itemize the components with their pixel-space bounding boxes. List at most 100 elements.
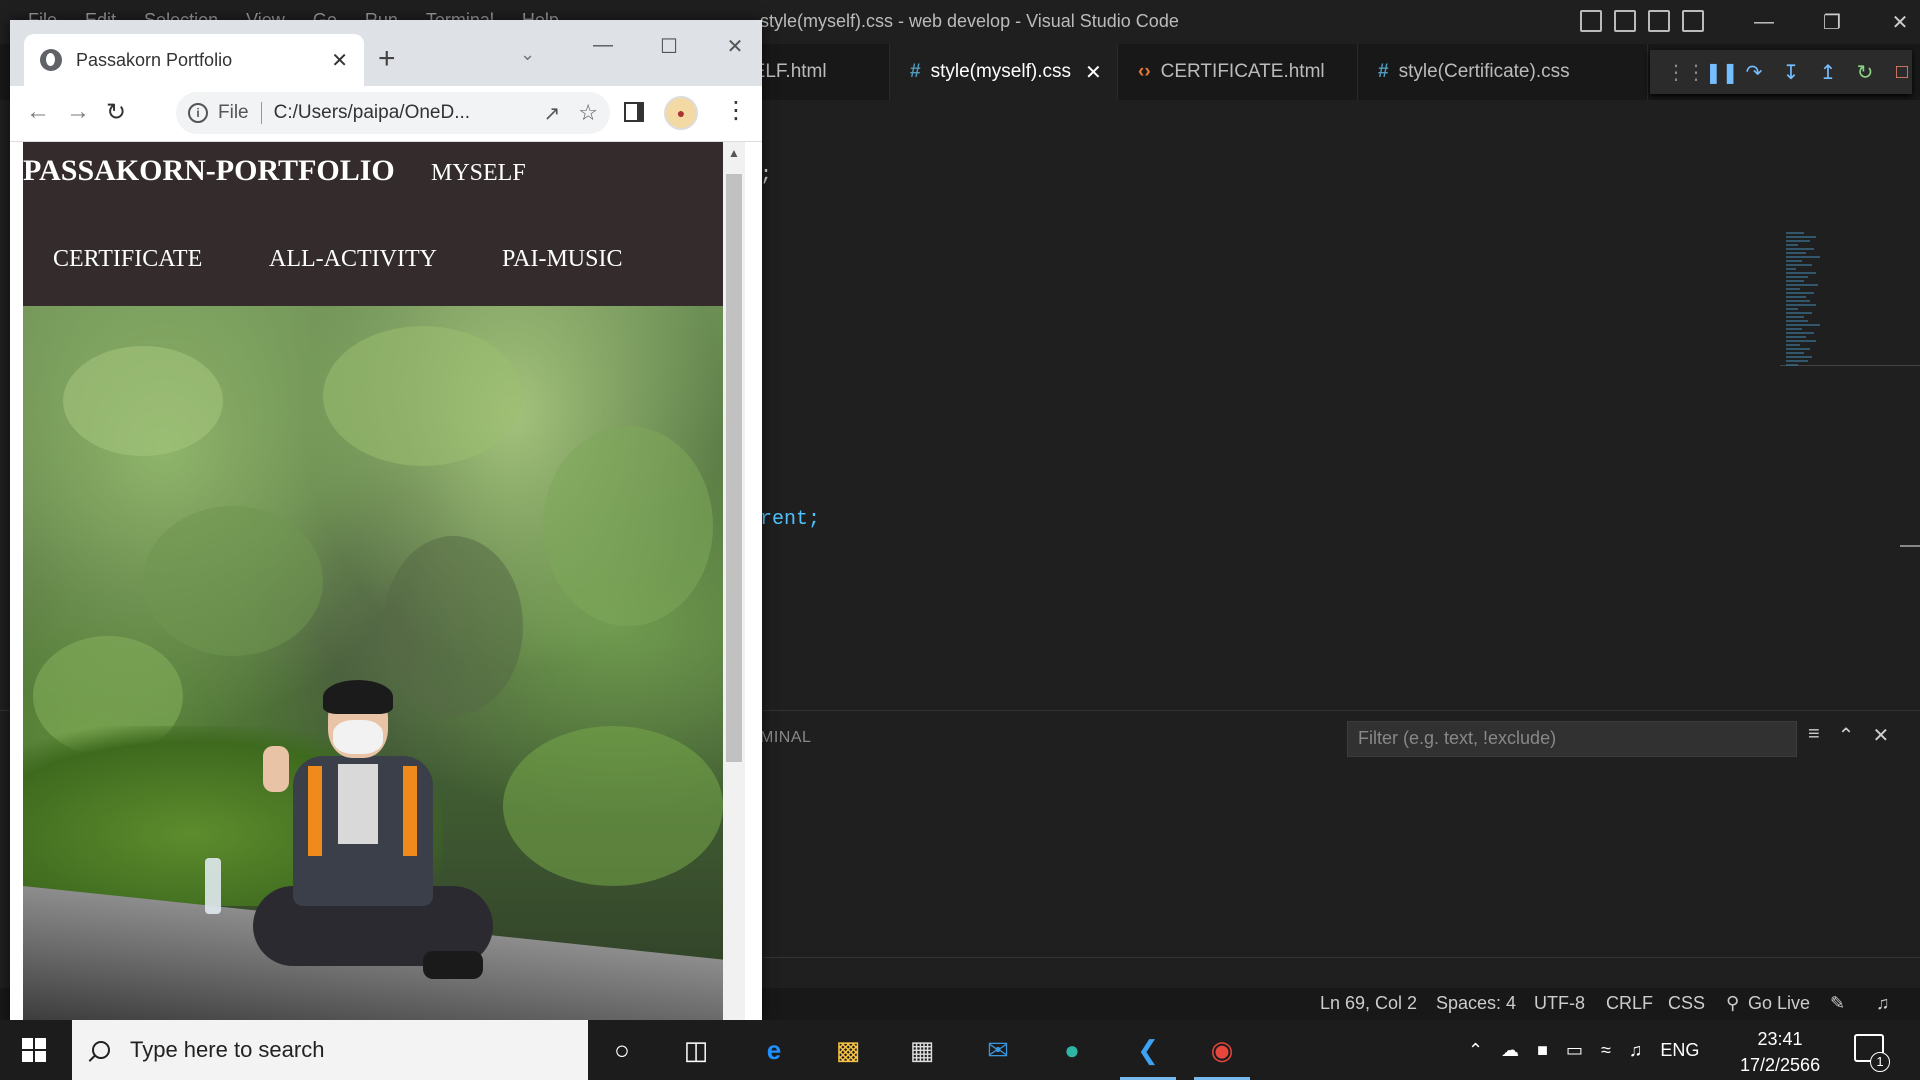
maximize-button[interactable]: ☐ xyxy=(636,34,702,59)
close-button[interactable]: ✕ xyxy=(1866,4,1920,40)
back-button[interactable]: ← xyxy=(26,98,50,126)
layout-controls xyxy=(1580,10,1704,32)
restore-button[interactable]: ❐ xyxy=(1798,4,1866,40)
new-tab-button[interactable]: + xyxy=(378,42,396,76)
status-cursor-position[interactable]: Ln 69, Col 2 xyxy=(1320,993,1417,1014)
vscode-icon[interactable]: ❮ xyxy=(1120,1028,1176,1080)
windows-start-icon[interactable] xyxy=(22,1038,46,1062)
panel-filter-input[interactable]: Filter (e.g. text, !exclude) xyxy=(1347,721,1797,757)
profile-photo xyxy=(23,306,723,1020)
minimize-button[interactable]: — xyxy=(1730,4,1798,40)
grip-icon[interactable]: ⋮⋮ xyxy=(1666,60,1706,85)
close-icon[interactable]: ✕ xyxy=(1085,60,1102,85)
close-icon[interactable]: ✕ xyxy=(331,48,348,73)
divider xyxy=(760,957,1920,958)
url-text[interactable]: C:/Users/paipa/OneD... xyxy=(274,102,534,124)
toggle-primary-sidebar-icon[interactable] xyxy=(1580,10,1602,32)
browser-tab[interactable]: Passakorn Portfolio ✕ xyxy=(24,34,364,86)
file-explorer-icon[interactable]: ▩ xyxy=(826,1028,870,1072)
bookmark-star-icon[interactable]: ☆ xyxy=(578,100,598,126)
wifi-icon[interactable]: ≈ xyxy=(1601,1040,1611,1061)
defender-icon[interactable]: ■ xyxy=(1537,1040,1548,1061)
close-icon[interactable]: ✕ xyxy=(1872,723,1889,748)
mail-icon[interactable]: ✉ xyxy=(976,1028,1020,1072)
close-button[interactable]: ✕ xyxy=(702,34,762,59)
taskbar-search[interactable]: Type here to search xyxy=(72,1020,588,1080)
status-eol[interactable]: CRLF xyxy=(1606,993,1653,1014)
clock[interactable]: 23:41 17/2/2566 xyxy=(1740,1026,1820,1078)
html-file-icon: ‹› xyxy=(1138,61,1151,82)
window-title: style(myself).css - web develop - Visual… xyxy=(760,11,1179,31)
chevron-up-icon[interactable]: ⌃ xyxy=(1468,1040,1483,1061)
notification-badge: 1 xyxy=(1870,1052,1890,1072)
task-view-icon[interactable]: ◫ xyxy=(674,1028,718,1072)
info-icon[interactable]: i xyxy=(188,103,208,123)
volume-icon[interactable]: ♫ xyxy=(1629,1040,1643,1061)
browser-viewport: PASSAKORN-PORTFOLIO MYSELF CERTIFICATE A… xyxy=(10,142,762,1020)
microsoft-store-icon[interactable]: ▦ xyxy=(900,1028,944,1072)
broadcast-icon: ⚲ xyxy=(1726,993,1740,1013)
tab-style-myself-css[interactable]: # style(myself).css ✕ xyxy=(890,44,1118,100)
tab-certificate-html[interactable]: ‹› CERTIFICATE.html xyxy=(1118,44,1358,100)
forward-button[interactable]: → xyxy=(66,98,90,126)
chrome-icon[interactable]: ◉ xyxy=(1194,1028,1250,1080)
status-language[interactable]: CSS xyxy=(1668,993,1705,1014)
scrollbar-thumb[interactable] xyxy=(726,174,742,762)
search-placeholder: Type here to search xyxy=(130,1037,325,1062)
status-encoding[interactable]: UTF-8 xyxy=(1534,993,1585,1014)
minimize-button[interactable]: — xyxy=(570,34,636,59)
system-tray: ⌃ ☁ ■ ▭ ≈ ♫ ENG xyxy=(1468,1020,1699,1080)
customize-layout-icon[interactable] xyxy=(1682,10,1704,32)
address-bar[interactable]: i File C:/Users/paipa/OneD... ↗ ☆ xyxy=(176,92,610,134)
feedback-icon[interactable]: ✎ xyxy=(1830,993,1845,1014)
clock-time: 23:41 xyxy=(1757,1029,1803,1049)
nav-link-myself[interactable]: MYSELF xyxy=(431,160,526,187)
water-bottle xyxy=(205,858,221,914)
nav-link-pai-music[interactable]: PAI-MUSIC xyxy=(502,246,622,273)
site-brand[interactable]: PASSAKORN-PORTFOLIO xyxy=(23,154,395,188)
status-indentation[interactable]: Spaces: 4 xyxy=(1436,993,1516,1014)
side-panel-icon[interactable] xyxy=(624,102,644,122)
vscode-window-controls: — ❐ ✕ xyxy=(1730,4,1920,40)
scroll-up-icon[interactable]: ▲ xyxy=(728,146,740,160)
chrome-toolbar: ← → ↻ i File C:/Users/paipa/OneD... ↗ ☆ … xyxy=(10,86,762,142)
chevron-up-icon[interactable]: ⌃ xyxy=(1838,723,1855,748)
step-into-icon[interactable]: ↧ xyxy=(1781,60,1801,85)
step-out-icon[interactable]: ↥ xyxy=(1818,60,1838,85)
bell-icon[interactable]: ♫ xyxy=(1876,993,1890,1014)
panel-actions: ≡ ⌃ ✕ xyxy=(1808,723,1889,748)
clock-date: 17/2/2566 xyxy=(1740,1055,1821,1075)
stop-icon[interactable]: □ xyxy=(1892,61,1912,84)
chrome-tab-strip: Passakorn Portfolio ✕ + ⌄ — ☐ ✕ xyxy=(10,20,762,86)
page-scrollbar[interactable]: ▲ xyxy=(723,142,745,1020)
pause-icon[interactable]: ❚❚ xyxy=(1705,60,1739,85)
word-wrap-icon[interactable]: ≡ xyxy=(1808,723,1820,748)
editor-scrollbar[interactable] xyxy=(1900,545,1920,547)
globe-icon xyxy=(40,49,62,71)
more-menu-icon[interactable]: ⋮ xyxy=(724,96,748,125)
cortana-icon[interactable]: ○ xyxy=(600,1028,644,1072)
battery-icon[interactable]: ▭ xyxy=(1566,1040,1583,1061)
status-go-live[interactable]: Go Live xyxy=(1748,993,1810,1014)
toggle-secondary-sidebar-icon[interactable] xyxy=(1648,10,1670,32)
share-icon[interactable]: ↗ xyxy=(544,101,561,126)
chevron-down-icon[interactable]: ⌄ xyxy=(520,44,535,65)
edge-legacy-icon[interactable]: e xyxy=(752,1028,796,1072)
debug-toolbar: ⋮⋮ ❚❚ ↷ ↧ ↥ ↻ □ xyxy=(1650,50,1912,94)
tab-label: style(Certificate).css xyxy=(1398,61,1570,82)
minimap[interactable] xyxy=(1786,232,1826,442)
toggle-panel-icon[interactable] xyxy=(1614,10,1636,32)
person xyxy=(253,680,493,1016)
profile-avatar[interactable]: ● xyxy=(664,96,698,130)
restart-icon[interactable]: ↻ xyxy=(1855,60,1875,85)
step-over-icon[interactable]: ↷ xyxy=(1744,60,1764,85)
edge-icon[interactable]: ● xyxy=(1050,1028,1094,1072)
language-indicator[interactable]: ENG xyxy=(1660,1040,1699,1061)
onedrive-icon[interactable]: ☁ xyxy=(1501,1040,1519,1061)
chrome-window-controls: — ☐ ✕ xyxy=(570,34,762,59)
nav-link-all-activity[interactable]: ALL-ACTIVITY xyxy=(269,246,437,273)
reload-button[interactable]: ↻ xyxy=(106,98,126,127)
panel-tab-terminal[interactable]: MINAL xyxy=(760,729,811,747)
nav-link-certificate[interactable]: CERTIFICATE xyxy=(53,246,202,273)
tab-style-certificate-css[interactable]: # style(Certificate).css xyxy=(1358,44,1648,100)
